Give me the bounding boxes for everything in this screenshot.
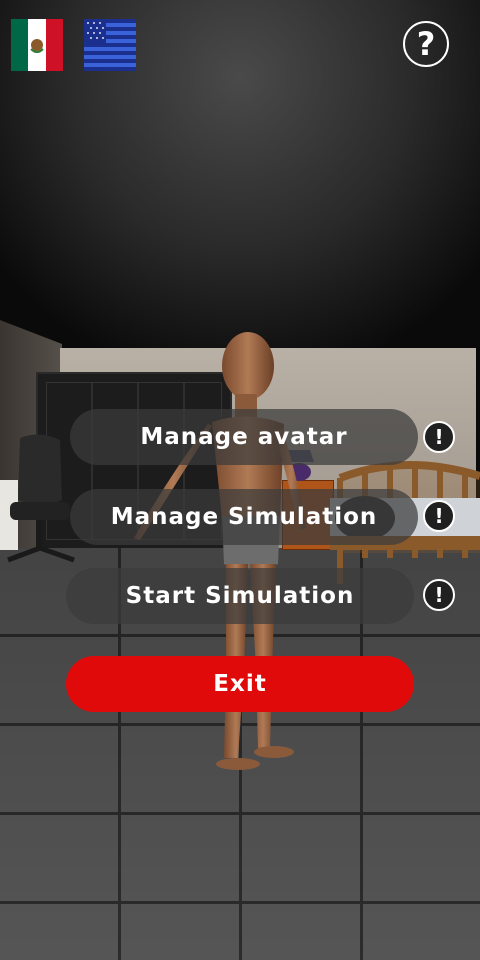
usa-flag-icon[interactable] [84,19,136,71]
start-simulation-button[interactable]: Start Simulation [66,568,414,624]
exit-label: Exit [213,671,267,697]
manage-simulation-label: Manage Simulation [110,504,378,530]
manage-simulation-info-icon[interactable]: ! [423,500,455,532]
question-icon: ? [416,25,436,63]
start-simulation-info-icon[interactable]: ! [423,579,455,611]
exclamation-icon: ! [434,504,444,528]
manage-avatar-button[interactable]: Manage avatar [70,409,418,465]
exclamation-icon: ! [434,583,444,607]
start-simulation-label: Start Simulation [125,583,355,609]
exit-button[interactable]: Exit [66,656,414,712]
app-screen: ? Manage avatar ! Manage Simulation ! St… [0,0,480,960]
office-chair [7,434,75,563]
help-button[interactable]: ? [403,21,449,67]
exclamation-icon: ! [434,425,444,449]
manage-avatar-label: Manage avatar [140,424,348,450]
mexico-flag-icon[interactable] [11,19,63,71]
manage-avatar-info-icon[interactable]: ! [423,421,455,453]
manage-simulation-button[interactable]: Manage Simulation [70,489,418,545]
